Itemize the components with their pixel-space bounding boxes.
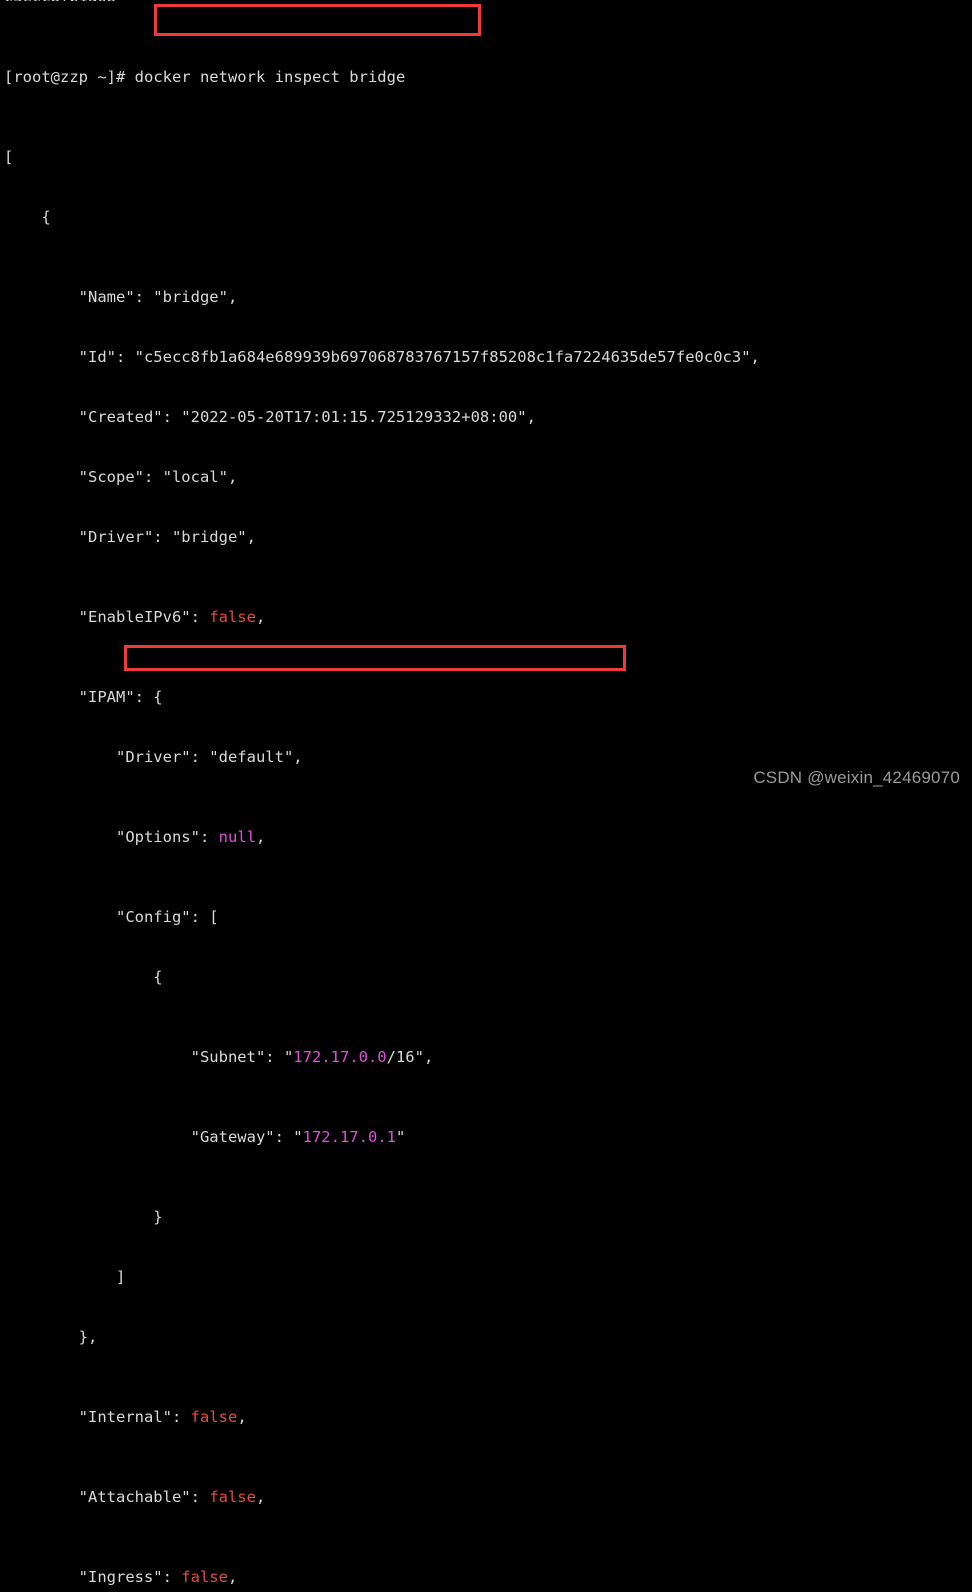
field-name: "Name": "bridge", xyxy=(4,288,238,306)
field-subnet: "Subnet": "172.17.0.0/16", xyxy=(4,1047,760,1067)
shell-prompt: [root@zzp ~]# xyxy=(4,68,135,86)
field-ipam-options-key: "Options": xyxy=(4,828,219,846)
field-attachable-key: "Attachable": xyxy=(4,1488,210,1506)
field-gateway: "Gateway": "172.17.0.1" xyxy=(4,1127,760,1147)
ipam-config-open-brace: { xyxy=(4,968,163,986)
field-ingress-tail: , xyxy=(227,1568,238,1586)
field-subnet-key: "Subnet": " xyxy=(4,1048,294,1066)
field-subnet-value: 172.17.0.0 xyxy=(293,1048,387,1066)
field-attachable-value: false xyxy=(209,1488,256,1506)
field-gateway-value: 172.17.0.1 xyxy=(302,1128,396,1146)
field-ipam-options: "Options": null, xyxy=(4,827,760,847)
ipam-config-close-bracket: ] xyxy=(4,1268,126,1286)
field-subnet-suffix: /16", xyxy=(386,1048,434,1066)
field-enableipv6-value: false xyxy=(209,608,256,626)
field-driver: "Driver": "bridge", xyxy=(4,528,256,546)
field-scope: "Scope": "local", xyxy=(4,468,238,486)
ipam-config-close-brace: } xyxy=(4,1208,163,1226)
watermark: CSDN @weixin_42469070 xyxy=(753,768,960,787)
field-gateway-suffix: " xyxy=(395,1128,406,1146)
terminal-output: [root@zzp ~]# docker network inspect bri… xyxy=(4,0,760,1592)
field-enableipv6-key: "EnableIPv6": xyxy=(4,608,210,626)
field-attachable: "Attachable": false, xyxy=(4,1487,760,1507)
field-ipam-options-value: null xyxy=(218,828,256,846)
field-internal: "Internal": false, xyxy=(4,1407,760,1427)
field-ingress-value: false xyxy=(181,1568,228,1586)
field-internal-key: "Internal": xyxy=(4,1408,191,1426)
field-internal-value: false xyxy=(190,1408,238,1426)
field-id: "Id": "c5ecc8fb1a684e689939b697068783767… xyxy=(4,348,760,366)
output-open-brace: { xyxy=(4,208,51,226)
command-text: docker network inspect bridge xyxy=(134,68,406,86)
field-ipam: "IPAM": { xyxy=(4,688,163,706)
field-created: "Created": "2022-05-20T17:01:15.72512933… xyxy=(4,408,536,426)
field-ingress-key: "Ingress": xyxy=(4,1568,182,1586)
field-ipam-config: "Config": [ xyxy=(4,908,219,926)
field-enableipv6: "EnableIPv6": false, xyxy=(4,607,760,627)
command-line: [root@zzp ~]# docker network inspect bri… xyxy=(4,67,760,87)
ipam-close: }, xyxy=(4,1328,98,1346)
field-ipam-driver: "Driver": "default", xyxy=(4,748,303,766)
output-open-bracket: [ xyxy=(4,148,14,166)
field-ipam-options-tail: , xyxy=(255,828,266,846)
field-enableipv6-tail: , xyxy=(255,608,266,626)
field-gateway-key: "Gateway": " xyxy=(4,1128,303,1146)
field-ingress: "Ingress": false, xyxy=(4,1567,760,1587)
terminal-window[interactable]: c5ecc8fb1a68 [root@zzp ~]# docker networ… xyxy=(0,0,972,1586)
field-attachable-tail: , xyxy=(255,1488,266,1506)
field-internal-tail: , xyxy=(237,1408,247,1426)
